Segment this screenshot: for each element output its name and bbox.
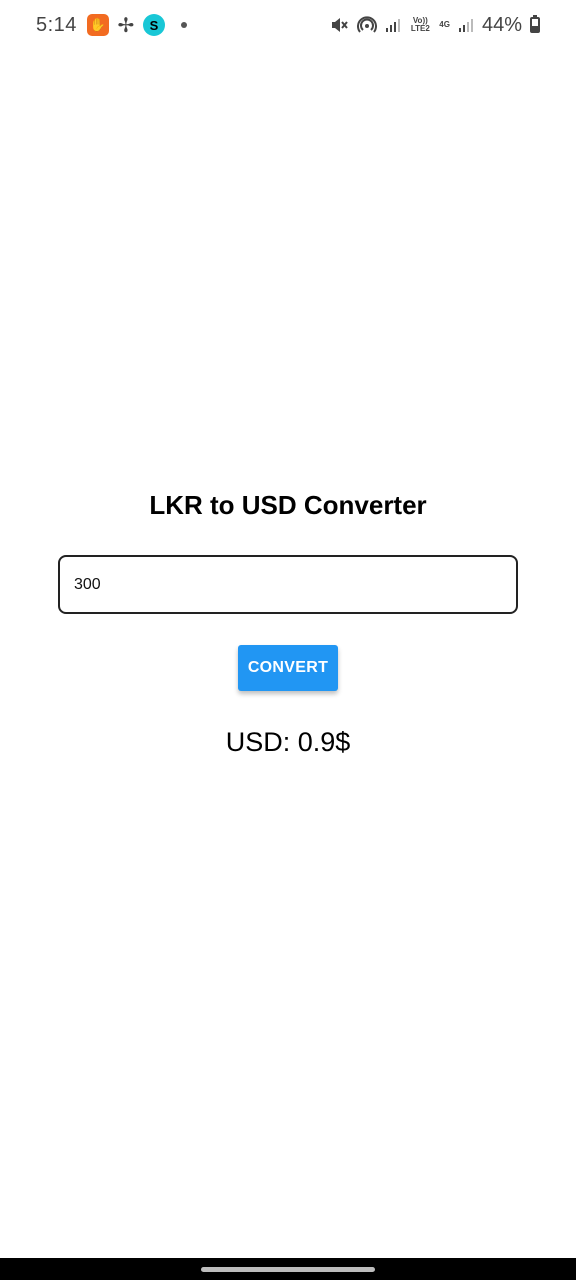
page-title: LKR to USD Converter	[149, 490, 427, 520]
result-text: USD: 0.9$	[225, 727, 351, 757]
network-type-label: 4G	[439, 20, 450, 29]
battery-level	[532, 25, 538, 31]
convert-button[interactable]: CONVERT	[238, 645, 338, 691]
pinwheel-app-icon: ✢	[117, 14, 135, 37]
status-time: 5:14	[36, 13, 77, 36]
signal-icon	[385, 17, 401, 33]
app-screen: 5:14 ✋ ✢ S Vo)) LTE2 4G 44% LKR to USD C…	[0, 0, 576, 1280]
signal-icon-2	[458, 17, 474, 33]
status-bar: 5:14 ✋ ✢ S Vo)) LTE2 4G 44%	[0, 0, 576, 50]
battery-icon	[530, 15, 540, 33]
swap-app-icon: S	[142, 14, 165, 36]
status-right: Vo)) LTE2 4G 44%	[329, 14, 540, 37]
hotspot-icon	[357, 15, 378, 35]
amount-input[interactable]	[58, 555, 518, 614]
converter-panel: LKR to USD Converter CONVERT USD: 0.9$	[0, 490, 576, 758]
battery-percent: 44%	[481, 13, 522, 36]
volte-label: Vo)) LTE2	[410, 16, 430, 33]
status-left: 5:14 ✋ ✢ S	[36, 14, 187, 37]
navigation-bar	[0, 1258, 576, 1280]
orange-app-icon: ✋	[86, 14, 109, 36]
home-handle[interactable]	[201, 1266, 375, 1272]
mute-icon	[329, 15, 349, 35]
notification-dot-icon	[180, 22, 187, 28]
